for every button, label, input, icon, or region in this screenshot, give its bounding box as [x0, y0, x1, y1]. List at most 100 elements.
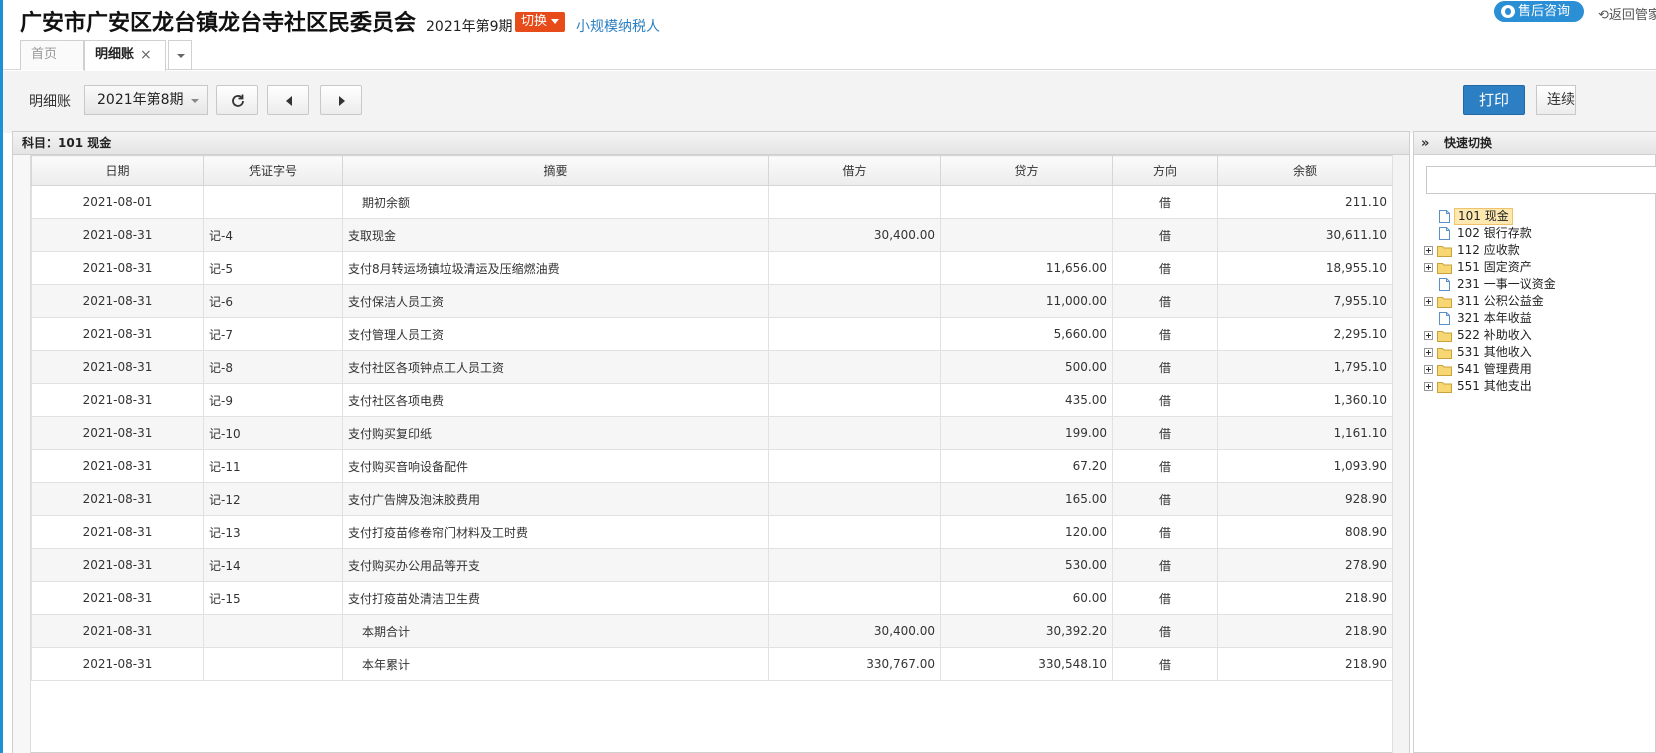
cell-credit: 30,392.20 [940, 614, 1113, 648]
eye-icon [1501, 5, 1515, 18]
cell-credit: 67.20 [940, 449, 1113, 483]
cell-voucher: 记-4 [203, 218, 343, 252]
cell-voucher: 记-8 [203, 350, 343, 384]
after-sales-consult-button[interactable]: 售后咨询 [1494, 1, 1584, 22]
cell-balance: 1,360.10 [1217, 383, 1393, 417]
table-row[interactable]: 2021-08-31 记-15 支付打疫苗处清洁卫生费 60.00 借 218.90 [31, 581, 1393, 615]
table-row[interactable]: 2021-08-31 本期合计 30,400.00 30,392.20 借 218.90 [31, 614, 1393, 648]
column-header-direction[interactable]: 方向 [1112, 155, 1218, 186]
switch-period-button[interactable]: 切换 [515, 12, 566, 32]
file-icon [1439, 278, 1450, 291]
cell-date: 2021-08-31 [31, 614, 204, 648]
cell-balance: 218.90 [1217, 614, 1393, 648]
toolbar: 明细账 2021年第8期 打印 连续打印 [3, 71, 1656, 133]
cell-credit: 530.00 [940, 548, 1113, 582]
table-row[interactable]: 2021-08-31 记-8 支付社区各项钟点工人员工资 500.00 借 1,795.1… [31, 350, 1393, 384]
cell-summary: 支付打疫苗修卷帘门材料及工时费 [342, 515, 769, 549]
table-row[interactable]: 2021-08-31 记-7 支付管理人员工资 5,660.00 借 2,295.10 [31, 317, 1393, 351]
cell-date: 2021-08-31 [31, 647, 204, 681]
column-header-voucher[interactable]: 凭证字号 [203, 155, 343, 186]
table-row[interactable]: 2021-08-31 记-11 支付购买音响设备配件 67.20 借 1,093.90 [31, 449, 1393, 483]
expand-plus-icon[interactable] [1424, 297, 1433, 306]
tab-detail-ledger[interactable]: 明细账 [84, 40, 166, 71]
cell-direction: 借 [1112, 350, 1218, 384]
table-row[interactable]: 2021-08-31 记-6 支付保洁人员工资 11,000.00 借 7,955.10 [31, 284, 1393, 318]
vertical-scrollbar[interactable] [1392, 155, 1409, 753]
refresh-button[interactable] [216, 85, 258, 115]
taxpayer-type-link[interactable]: 小规模纳税人 [576, 16, 660, 36]
table-row[interactable]: 2021-08-31 记-9 支付社区各项电费 435.00 借 1,360.10 [31, 383, 1393, 417]
refresh-icon [232, 94, 244, 107]
cell-credit: 11,656.00 [940, 251, 1113, 285]
back-to-manager-link[interactable]: ⟲返回管家 [1598, 4, 1656, 23]
cell-balance: 808.90 [1217, 515, 1393, 549]
cell-voucher: 记-13 [203, 515, 343, 549]
cell-debit [768, 383, 941, 417]
cell-direction: 借 [1112, 482, 1218, 516]
tab-close-icon[interactable]: × [140, 47, 152, 63]
cell-debit [768, 284, 941, 318]
tree-item-label: 231 一事一议资金 [1457, 277, 1556, 291]
tab-more-dropdown[interactable] [168, 40, 192, 70]
expand-plus-icon[interactable] [1424, 263, 1433, 272]
column-header-balance[interactable]: 余额 [1217, 155, 1393, 186]
column-header-debit[interactable]: 借方 [768, 155, 941, 186]
cell-voucher: 记-10 [203, 416, 343, 450]
print-button[interactable]: 打印 [1463, 85, 1525, 115]
cell-credit: 11,000.00 [940, 284, 1113, 318]
cell-credit [940, 185, 1113, 219]
table-row[interactable]: 2021-08-31 记-12 支付广告牌及泡沫胶费用 165.00 借 928.90 [31, 482, 1393, 516]
cell-credit: 165.00 [940, 482, 1113, 516]
period-select[interactable]: 2021年第8期 [84, 85, 208, 115]
cell-voucher [203, 647, 343, 681]
back-label: 返回管家 [1608, 8, 1656, 23]
expand-plus-icon[interactable] [1424, 331, 1433, 340]
column-header-credit[interactable]: 贷方 [940, 155, 1113, 186]
cell-summary: 支取现金 [342, 218, 769, 252]
cell-credit: 60.00 [940, 581, 1113, 615]
previous-period-button[interactable] [267, 85, 309, 115]
triangle-left-icon [286, 96, 292, 106]
tab-home[interactable]: 首页 [20, 40, 84, 70]
table-row[interactable]: 2021-08-01 期初余额 借 211.10 [31, 185, 1393, 219]
ledger-table: 日期 凭证字号 摘要 借方 贷方 方向 余额 2021-08-01 期初余额借 21… [31, 155, 1393, 681]
cell-voucher: 记-7 [203, 317, 343, 351]
table-row[interactable]: 2021-08-31 记-5 支付8月转运场镇垃圾清运及压缩燃油费 11,656.00… [31, 251, 1393, 285]
next-period-button[interactable] [320, 85, 362, 115]
cell-summary: 支付广告牌及泡沫胶费用 [342, 482, 769, 516]
table-row[interactable]: 2021-08-31 记-10 支付购买复印纸 199.00 借 1,161.10 [31, 416, 1393, 450]
cell-credit: 435.00 [940, 383, 1113, 417]
cell-balance: 218.90 [1217, 647, 1393, 681]
table-row[interactable]: 2021-08-31 本年累计 330,767.00 330,548.10 借 218.9… [31, 647, 1393, 681]
collapse-panel-icon[interactable]: » [1421, 132, 1429, 155]
column-header-summary[interactable]: 摘要 [342, 155, 769, 186]
cell-balance: 1,093.90 [1217, 449, 1393, 483]
triangle-right-icon [339, 96, 345, 106]
quick-switch-title: 快速切换 [1444, 136, 1493, 150]
cell-credit [940, 218, 1113, 252]
cell-summary: 支付购买音响设备配件 [342, 449, 769, 483]
expand-plus-icon[interactable] [1424, 348, 1433, 357]
app-header: 广安市广安区龙台镇龙台寺社区民委员会 2021年第9期 切换 小规模纳税人 售后… [3, 0, 1656, 71]
toolbar-label: 明细账 [29, 94, 71, 110]
expand-plus-icon[interactable] [1424, 365, 1433, 374]
account-search-input[interactable] [1426, 166, 1656, 194]
expand-plus-icon[interactable] [1424, 382, 1433, 391]
table-row[interactable]: 2021-08-31 记-14 支付购买办公用品等开支 530.00 借 278.90 [31, 548, 1393, 582]
cell-debit [768, 350, 941, 384]
cell-voucher: 记-9 [203, 383, 343, 417]
table-row[interactable]: 2021-08-31 记-4 支取现金 30,400.00 借 30,611.10 [31, 218, 1393, 252]
cell-balance: 7,955.10 [1217, 284, 1393, 318]
cell-date: 2021-08-31 [31, 218, 204, 252]
cell-date: 2021-08-31 [31, 350, 204, 384]
file-icon [1439, 312, 1450, 325]
file-icon [1439, 227, 1450, 240]
cell-debit [768, 548, 941, 582]
cell-direction: 借 [1112, 449, 1218, 483]
column-header-date[interactable]: 日期 [31, 155, 204, 186]
cell-summary: 支付购买办公用品等开支 [342, 548, 769, 582]
table-row[interactable]: 2021-08-31 记-13 支付打疫苗修卷帘门材料及工时费 120.00 借 808.… [31, 515, 1393, 549]
cell-summary: 支付管理人员工资 [342, 317, 769, 351]
continuous-print-button[interactable]: 连续打印 [1536, 85, 1576, 115]
expand-plus-icon[interactable] [1424, 246, 1433, 255]
